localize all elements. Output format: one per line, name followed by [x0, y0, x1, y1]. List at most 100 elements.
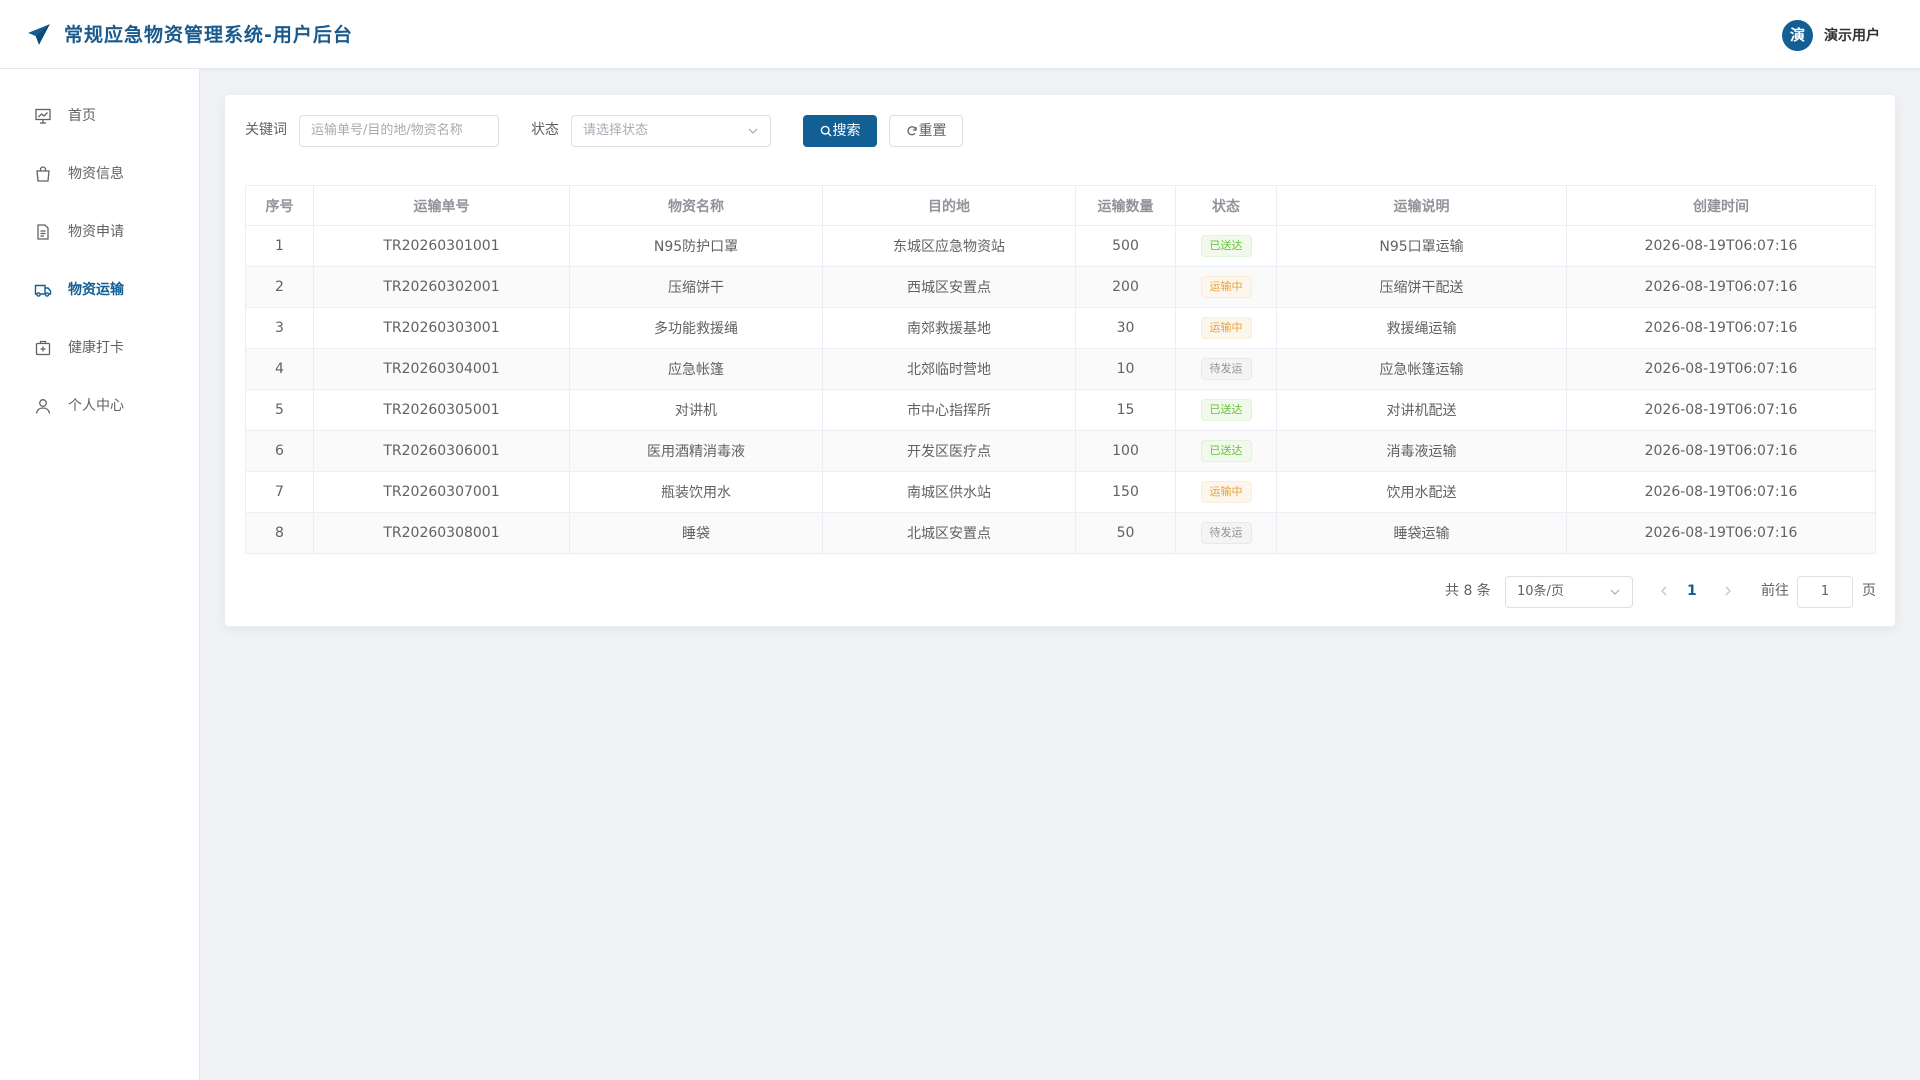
cell-status: 运输中 — [1175, 471, 1277, 513]
cell-created: 2026-08-19T06:07:16 — [1566, 430, 1876, 472]
column-header: 目的地 — [822, 185, 1076, 226]
cell-status: 已送达 — [1175, 225, 1277, 267]
status-select[interactable]: 请选择状态 — [571, 115, 771, 147]
cell-material-name: 对讲机 — [569, 389, 823, 431]
status-badge: 已送达 — [1200, 399, 1252, 421]
refresh-icon — [906, 126, 917, 136]
cell-order-no: TR20260304001 — [313, 348, 570, 390]
sidebar-item-apply[interactable]: 物资申请 — [0, 207, 199, 257]
cell-note: 对讲机配送 — [1276, 389, 1567, 431]
cell-created: 2026-08-19T06:07:16 — [1566, 348, 1876, 390]
cell-index: 6 — [245, 430, 314, 472]
search-button[interactable]: 搜索 — [803, 115, 877, 147]
search-icon — [820, 125, 831, 137]
table-row[interactable]: 2 TR20260302001 压缩饼干 西城区安置点 200 运输中 压缩饼干… — [245, 266, 1876, 308]
table-row[interactable]: 3 TR20260303001 多功能救援绳 南郊救援基地 30 运输中 救援绳… — [245, 307, 1876, 349]
cell-destination: 市中心指挥所 — [822, 389, 1076, 431]
prev-page-icon[interactable] — [1657, 584, 1671, 598]
goto-page-input[interactable]: 1 — [1797, 576, 1853, 608]
cell-index: 7 — [245, 471, 314, 513]
status-label: 状态 — [531, 122, 559, 138]
sidebar: 首页 物资信息 物资申请 物资运输 健康打卡 个人中心 — [0, 69, 200, 1080]
cell-order-no: TR20260305001 — [313, 389, 570, 431]
column-header: 物资名称 — [569, 185, 823, 226]
goto-label: 前往 — [1761, 583, 1789, 599]
sidebar-item-health[interactable]: 健康打卡 — [0, 323, 199, 373]
cell-material-name: 应急帐篷 — [569, 348, 823, 390]
username[interactable]: 演示用户 — [1824, 26, 1880, 46]
sidebar-item-materials[interactable]: 物资信息 — [0, 149, 199, 199]
cell-index: 8 — [245, 512, 314, 554]
page-size-select[interactable]: 10条/页 — [1505, 576, 1633, 608]
top-header: 常规应急物资管理系统-用户后台 演 演示用户 — [0, 0, 1920, 69]
cell-status: 已送达 — [1175, 430, 1277, 472]
cell-index: 5 — [245, 389, 314, 431]
status-badge: 运输中 — [1200, 317, 1252, 339]
search-button-label: 搜索 — [832, 123, 861, 139]
cell-destination: 南郊救援基地 — [822, 307, 1076, 349]
column-header: 运输数量 — [1075, 185, 1176, 226]
cell-quantity: 50 — [1075, 512, 1176, 554]
cell-quantity: 30 — [1075, 307, 1176, 349]
transport-card: 关键词 运输单号/目的地/物资名称 状态 请选择状态 搜索 重置 序号 运输单号 — [224, 94, 1896, 627]
table-row[interactable]: 1 TR20260301001 N95防护口罩 东城区应急物资站 500 已送达… — [245, 225, 1876, 267]
pagination-total: 共 8 条 — [1445, 583, 1491, 599]
table-row[interactable]: 5 TR20260305001 对讲机 市中心指挥所 15 已送达 对讲机配送 … — [245, 389, 1876, 431]
keyword-input[interactable]: 运输单号/目的地/物资名称 — [299, 115, 499, 147]
keyword-label: 关键词 — [245, 122, 287, 138]
cell-destination: 北城区安置点 — [822, 512, 1076, 554]
cell-status: 已送达 — [1175, 389, 1277, 431]
cell-quantity: 150 — [1075, 471, 1176, 513]
page-suffix: 页 — [1862, 583, 1876, 599]
cell-material-name: 医用酒精消毒液 — [569, 430, 823, 472]
cell-quantity: 10 — [1075, 348, 1176, 390]
paper-plane-logo-icon — [28, 24, 50, 45]
sidebar-item-transport[interactable]: 物资运输 — [0, 265, 199, 315]
cell-note: 消毒液运输 — [1276, 430, 1567, 472]
cell-status: 运输中 — [1175, 307, 1277, 349]
reset-button[interactable]: 重置 — [889, 115, 963, 147]
sidebar-item-home[interactable]: 首页 — [0, 91, 199, 141]
next-page-icon[interactable] — [1721, 584, 1735, 598]
cell-created: 2026-08-19T06:07:16 — [1566, 225, 1876, 267]
cell-note: 应急帐篷运输 — [1276, 348, 1567, 390]
user-icon — [35, 399, 51, 414]
cell-order-no: TR20260303001 — [313, 307, 570, 349]
cell-material-name: 睡袋 — [569, 512, 823, 554]
cell-status: 运输中 — [1175, 266, 1277, 308]
table-row[interactable]: 7 TR20260307001 瓶装饮用水 南城区供水站 150 运输中 饮用水… — [245, 471, 1876, 513]
status-badge: 已送达 — [1200, 235, 1252, 257]
cell-created: 2026-08-19T06:07:16 — [1566, 307, 1876, 349]
cell-destination: 北郊临时营地 — [822, 348, 1076, 390]
cell-destination: 南城区供水站 — [822, 471, 1076, 513]
sidebar-item-label: 物资信息 — [68, 166, 124, 182]
column-header: 序号 — [245, 185, 314, 226]
chevron-down-icon — [1610, 589, 1620, 595]
status-placeholder: 请选择状态 — [583, 123, 649, 138]
cell-created: 2026-08-19T06:07:16 — [1566, 389, 1876, 431]
chevron-down-icon — [748, 128, 758, 134]
transport-table: 序号 运输单号 物资名称 目的地 运输数量 状态 运输说明 创建时间 1 TR2… — [245, 185, 1876, 554]
cell-created: 2026-08-19T06:07:16 — [1566, 266, 1876, 308]
cell-note: N95口罩运输 — [1276, 225, 1567, 267]
cell-quantity: 15 — [1075, 389, 1176, 431]
cell-material-name: 瓶装饮用水 — [569, 471, 823, 513]
avatar[interactable]: 演 — [1782, 20, 1813, 51]
truck-icon — [34, 284, 52, 297]
cell-order-no: TR20260301001 — [313, 225, 570, 267]
cell-note: 救援绳运输 — [1276, 307, 1567, 349]
table-row[interactable]: 4 TR20260304001 应急帐篷 北郊临时营地 10 待发运 应急帐篷运… — [245, 348, 1876, 390]
cell-index: 3 — [245, 307, 314, 349]
sidebar-item-profile[interactable]: 个人中心 — [0, 381, 199, 431]
cell-created: 2026-08-19T06:07:16 — [1566, 471, 1876, 513]
home-chart-icon — [35, 108, 51, 124]
table-row[interactable]: 6 TR20260306001 医用酒精消毒液 开发区医疗点 100 已送达 消… — [245, 430, 1876, 472]
table-row[interactable]: 8 TR20260308001 睡袋 北城区安置点 50 待发运 睡袋运输 20… — [245, 512, 1876, 554]
cell-order-no: TR20260307001 — [313, 471, 570, 513]
column-header: 运输单号 — [313, 185, 570, 226]
document-icon — [37, 224, 49, 240]
page-number-current[interactable]: 1 — [1687, 581, 1697, 601]
first-aid-icon — [35, 340, 51, 356]
cell-destination: 开发区医疗点 — [822, 430, 1076, 472]
column-header: 创建时间 — [1566, 185, 1876, 226]
